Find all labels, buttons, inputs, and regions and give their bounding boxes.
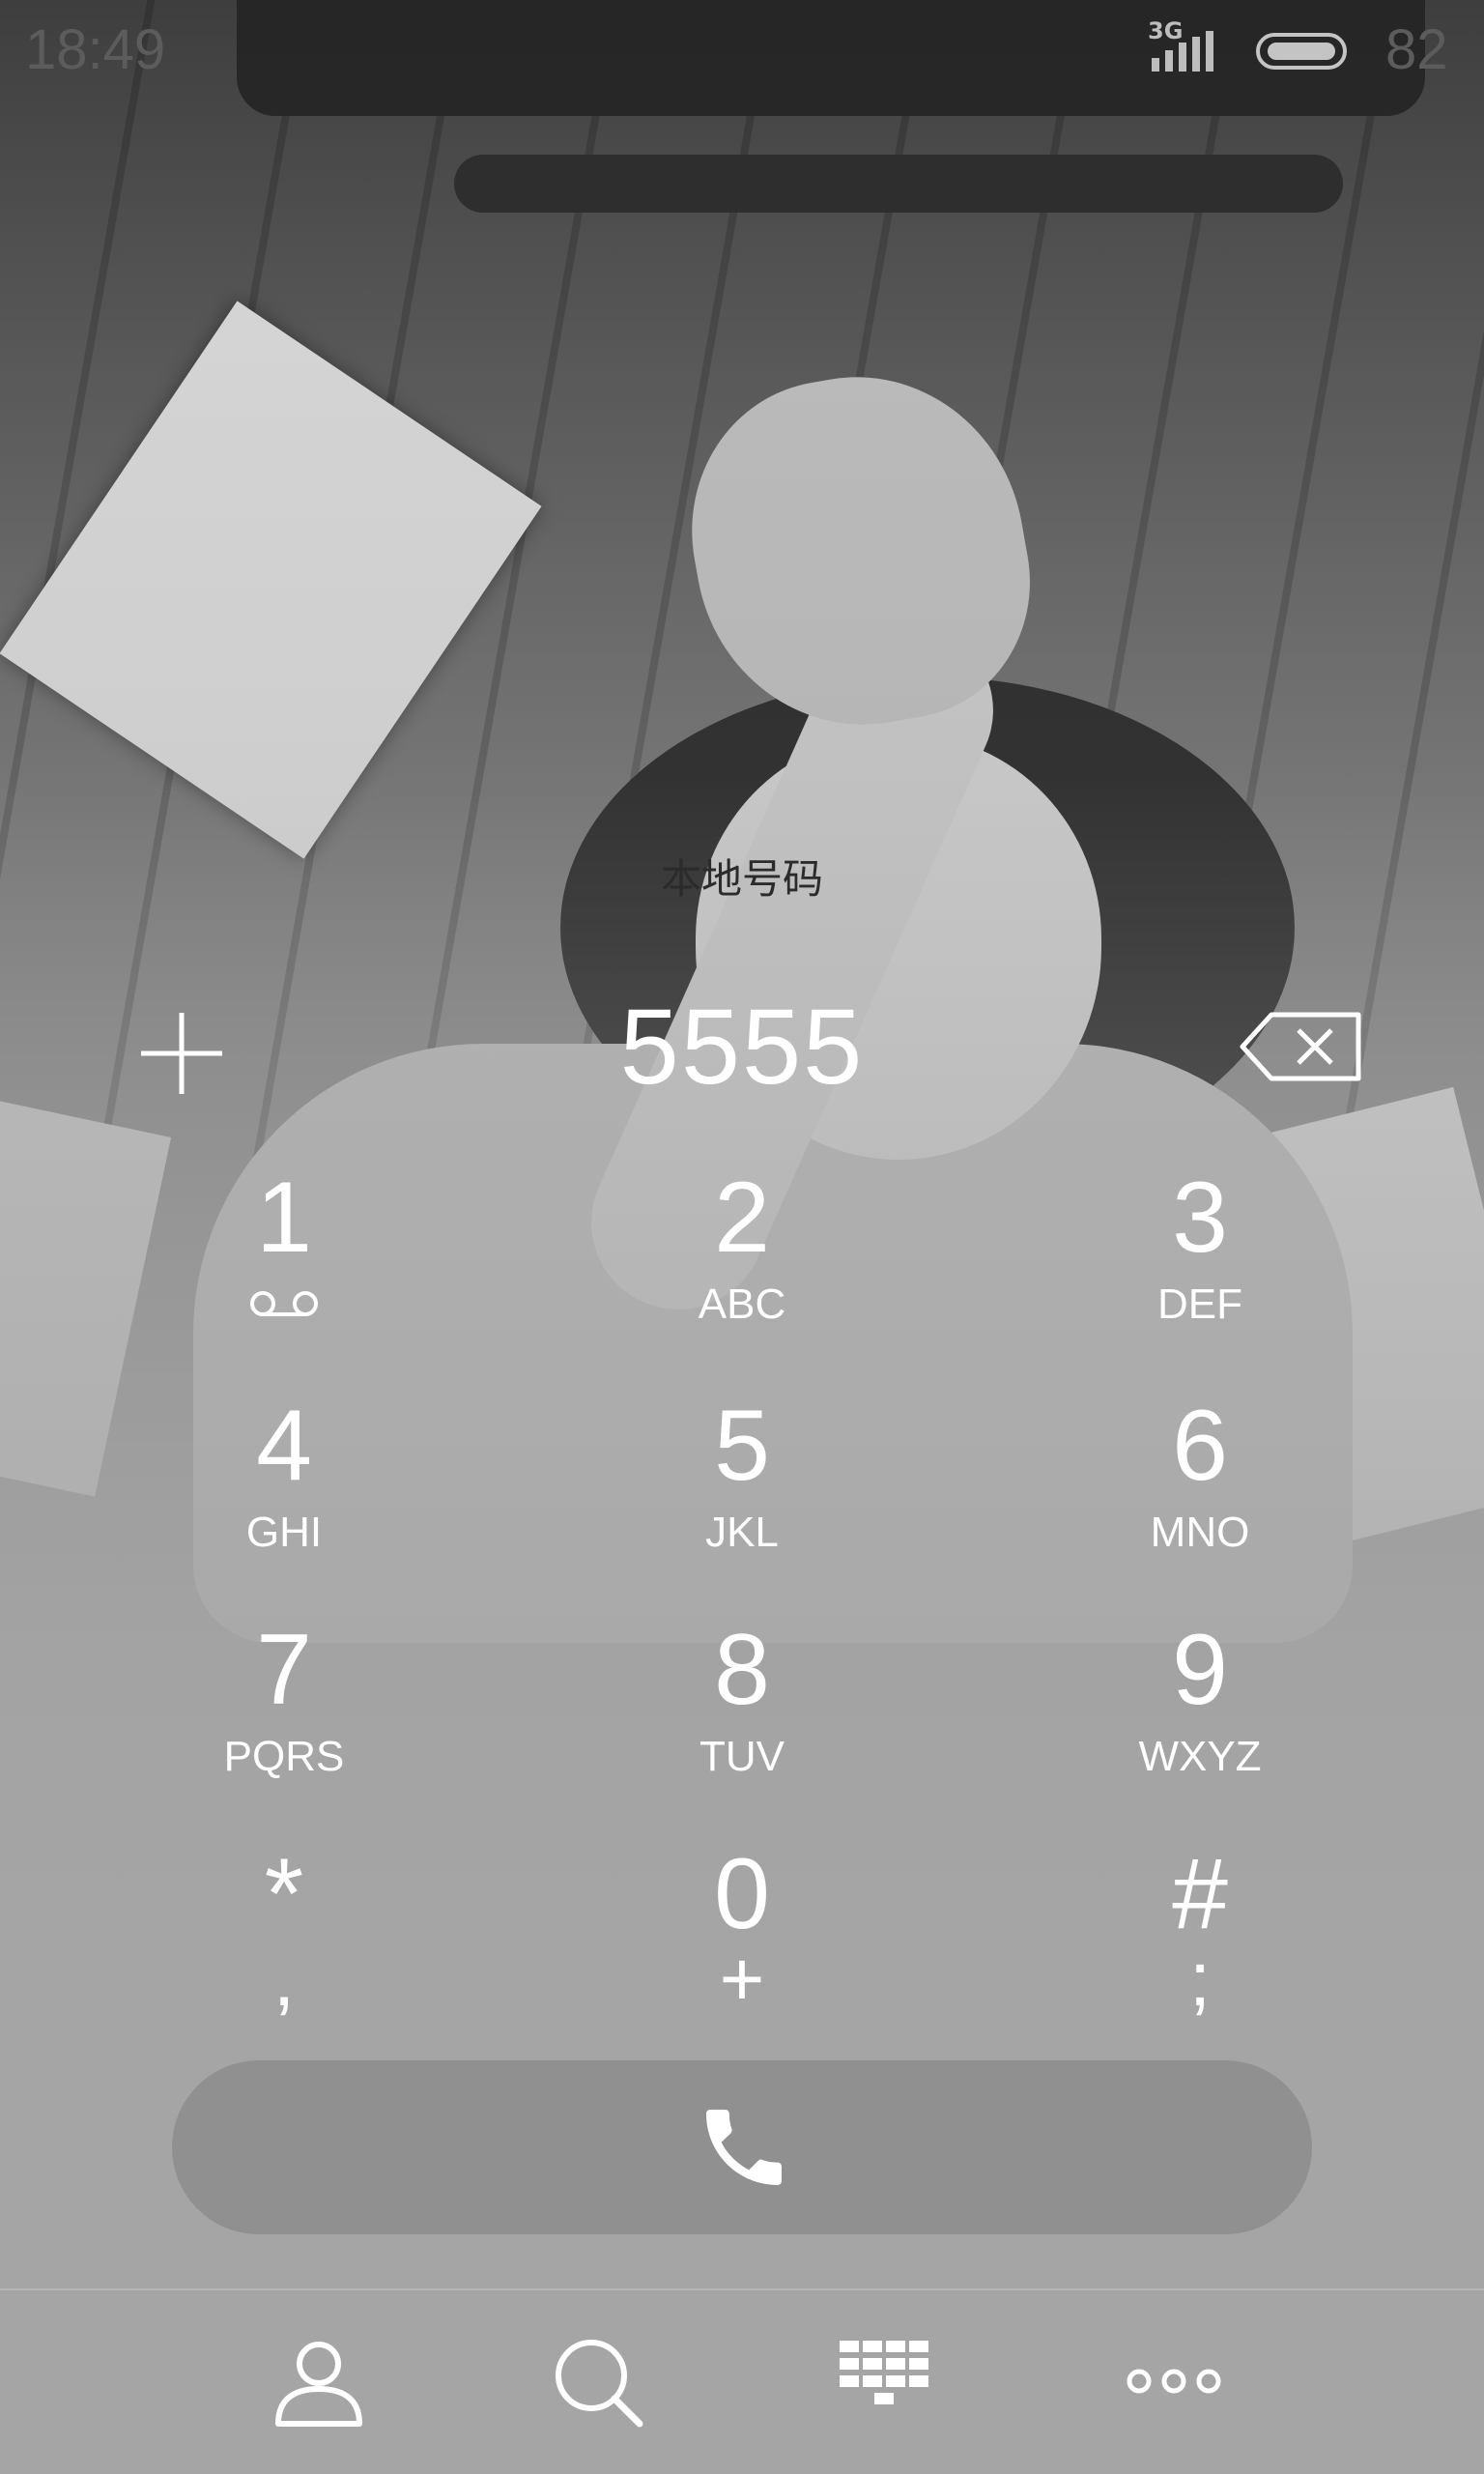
key-letters: GHI xyxy=(245,1509,323,1556)
battery-level: 82 xyxy=(1385,18,1448,81)
nav-search[interactable] xyxy=(500,2290,694,2474)
signal-icon xyxy=(1152,31,1213,72)
nav-contacts[interactable] xyxy=(222,2290,415,2474)
key-5[interactable]: 5 JKL xyxy=(568,1388,916,1600)
key-digit: 0 xyxy=(714,1838,770,1950)
key-digit: 1 xyxy=(256,1162,312,1274)
status-bar: 18:49 3G 82 xyxy=(0,0,1484,101)
key-letters: ABC xyxy=(698,1280,786,1328)
phone-icon xyxy=(706,2110,782,2185)
nav-more[interactable] xyxy=(1077,2290,1270,2474)
person-icon xyxy=(275,2342,362,2427)
battery-icon xyxy=(1256,33,1347,70)
add-contact-button[interactable] xyxy=(133,1005,230,1102)
call-button[interactable] xyxy=(172,2060,1312,2234)
key-8[interactable]: 8 TUV xyxy=(568,1612,916,1825)
key-star[interactable]: * , xyxy=(110,1836,458,2049)
voicemail-icon xyxy=(250,1291,318,1316)
more-icon xyxy=(1127,2369,1221,2394)
key-2[interactable]: 2 ABC xyxy=(568,1160,916,1372)
key-7[interactable]: 7 PQRS xyxy=(110,1612,458,1825)
key-digit: 4 xyxy=(256,1390,312,1502)
key-hash[interactable]: # ; xyxy=(1026,1836,1374,2049)
key-letters: PQRS xyxy=(223,1733,345,1780)
key-sub: , xyxy=(272,1936,296,2022)
key-sub: ; xyxy=(1188,1936,1212,2022)
status-time: 18:49 xyxy=(25,18,166,81)
key-3[interactable]: 3 DEF xyxy=(1026,1160,1374,1372)
bottom-nav xyxy=(0,2290,1484,2474)
key-digit: 5 xyxy=(714,1390,770,1502)
nav-dialpad[interactable] xyxy=(787,2290,981,2474)
dialed-number: 5555 xyxy=(619,988,865,1107)
dialpad-icon xyxy=(840,2341,928,2404)
key-digit: 6 xyxy=(1172,1390,1228,1502)
key-digit: 7 xyxy=(256,1614,312,1726)
key-6[interactable]: 6 MNO xyxy=(1026,1388,1374,1600)
key-sub: + xyxy=(719,1936,765,2022)
key-digit: 2 xyxy=(714,1162,770,1274)
number-location: 本地号码 xyxy=(660,855,823,903)
key-letters: WXYZ xyxy=(1138,1733,1262,1780)
key-digit: 9 xyxy=(1172,1614,1228,1726)
backspace-icon xyxy=(1240,1012,1361,1081)
key-4[interactable]: 4 GHI xyxy=(110,1388,458,1600)
key-digit: 3 xyxy=(1172,1162,1228,1274)
key-digit: # xyxy=(1172,1838,1228,1950)
key-0[interactable]: 0 + xyxy=(568,1836,916,2049)
backspace-button[interactable] xyxy=(1239,1011,1364,1082)
key-9[interactable]: 9 WXYZ xyxy=(1026,1612,1374,1825)
key-letters: JKL xyxy=(705,1509,779,1556)
search-icon xyxy=(556,2340,643,2428)
key-letters: MNO xyxy=(1150,1509,1250,1556)
key-digit: * xyxy=(264,1838,304,1950)
key-letters: TUV xyxy=(699,1733,785,1780)
dialpad: 1 2 ABC 3 DEF 4 GHI 5 JKL 6 MNO 7 PQRS 8… xyxy=(0,1160,1484,2049)
key-digit: 8 xyxy=(714,1614,770,1726)
plus-icon xyxy=(141,1013,222,1094)
key-letters: DEF xyxy=(1157,1280,1242,1328)
dialer-screen: 18:49 3G 82 本地号码 5555 1 2 ABC 3 DEF 4 GH… xyxy=(0,0,1484,2474)
key-1[interactable]: 1 xyxy=(110,1160,458,1372)
